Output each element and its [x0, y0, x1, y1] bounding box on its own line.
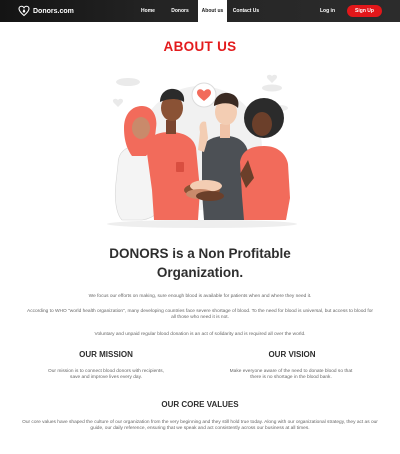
- core-values-title: OUR CORE VALUES: [161, 400, 239, 409]
- vision-text: Make everyone aware of the need to donat…: [229, 369, 353, 381]
- mission-text: Our mission is to connect blood donors w…: [48, 369, 164, 381]
- signup-button[interactable]: Sign Up: [347, 5, 382, 17]
- team-hands-illustration: [107, 74, 297, 228]
- nav-link-donors[interactable]: Donors: [166, 0, 194, 22]
- organization-heading: DONORS is a Non Profitable Organization.: [109, 246, 291, 280]
- intro-paragraph-2: According to WHO "world health organizat…: [27, 309, 373, 321]
- page-title: ABOUT US: [163, 39, 237, 54]
- core-values-text: Our core values have shaped the culture …: [22, 420, 378, 432]
- nav-link-contact-us[interactable]: Contact Us: [229, 0, 263, 22]
- top-navbar: Donors.com Home Donors About us Contact …: [0, 0, 400, 22]
- brand-name: Donors.com: [33, 7, 74, 15]
- heart-drop-icon: [18, 5, 30, 17]
- login-button[interactable]: Log in: [320, 6, 335, 16]
- nav-link-home[interactable]: Home: [136, 0, 160, 22]
- nav-link-about-us[interactable]: About us: [198, 0, 227, 22]
- intro-paragraph-1: We focus our efforts on making, sure eno…: [88, 294, 312, 299]
- vision-title: OUR VISION: [268, 350, 316, 359]
- mission-title: OUR MISSION: [79, 350, 133, 359]
- brand-logo[interactable]: Donors.com: [18, 4, 74, 18]
- intro-paragraph-3: Voluntary and unpaid regular blood donat…: [94, 332, 306, 337]
